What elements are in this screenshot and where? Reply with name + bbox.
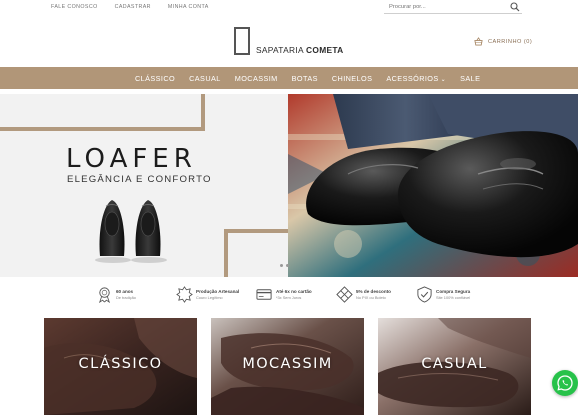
cart-label: CARRINHO (0) bbox=[488, 38, 533, 45]
nav-item-label: BOTAS bbox=[291, 73, 318, 83]
decorative-frame-bottom bbox=[224, 229, 294, 277]
nav-item-chinelos[interactable]: CHINELOS bbox=[332, 74, 373, 83]
carousel-dots bbox=[280, 264, 289, 267]
category-card-classico[interactable]: CLÁSSICO bbox=[44, 318, 197, 415]
nav-item-label: CASUAL bbox=[189, 73, 221, 83]
hero-text-panel: LOAFER ELEGÂNCIA E CONFORTO bbox=[0, 94, 294, 277]
leather-hide-icon bbox=[176, 285, 193, 303]
nav-item-classico[interactable]: CLÁSSICO bbox=[135, 74, 175, 83]
feature-title: Compra Segura bbox=[436, 288, 471, 294]
whatsapp-icon bbox=[557, 375, 573, 391]
register-link[interactable]: CADASTRAR bbox=[115, 4, 151, 10]
category-cards: CLÁSSICO MOCASSIM CASUAL bbox=[44, 318, 531, 415]
hero-photo bbox=[288, 94, 578, 277]
nav-item-label: CHINELOS bbox=[331, 73, 373, 83]
category-card-label: CASUAL bbox=[421, 356, 488, 372]
logo-text-light: SAPATARIA bbox=[256, 45, 304, 55]
feature-subtitle: Site 100% confiável bbox=[436, 294, 471, 300]
logo-text-bold: COMETA bbox=[306, 45, 344, 55]
my-account-link[interactable]: MINHA CONTA bbox=[168, 4, 209, 10]
credit-card-icon bbox=[256, 288, 272, 300]
top-links: FALE CONOSCO CADASTRAR MINHA CONTA bbox=[51, 4, 209, 10]
nav-item-label: ACESSÓRIOS bbox=[386, 73, 439, 83]
feature-text: Produção Artesanal Couro Legítimo bbox=[196, 289, 239, 300]
carousel-dot[interactable] bbox=[280, 264, 283, 267]
category-card-mocassim[interactable]: MOCASSIM bbox=[211, 318, 364, 415]
feature-tradition: 60 anos De tradição bbox=[96, 285, 176, 303]
nav-item-label: CLÁSSICO bbox=[135, 73, 176, 83]
whatsapp-button[interactable] bbox=[552, 370, 578, 396]
search-input[interactable] bbox=[389, 2, 501, 12]
feature-title: Produção Artesanal bbox=[196, 288, 240, 294]
loafer-pair-image bbox=[95, 200, 167, 263]
nav-item-acessorios[interactable]: ACESSÓRIOS ⌄ bbox=[386, 74, 446, 83]
feature-secure: Compra Segura Site 100% confiável bbox=[416, 285, 496, 303]
cart-button[interactable]: CARRINHO (0) bbox=[474, 37, 532, 46]
nav-item-mocassim[interactable]: MOCASSIM bbox=[235, 74, 278, 83]
shield-check-icon bbox=[417, 285, 432, 303]
search-icon[interactable] bbox=[510, 2, 520, 12]
top-utility-bar: FALE CONOSCO CADASTRAR MINHA CONTA bbox=[0, 0, 578, 15]
contact-link[interactable]: FALE CONOSCO bbox=[51, 4, 98, 10]
feature-text: Até 6x no cartão *3x Sem Juros bbox=[276, 289, 312, 300]
category-card-casual[interactable]: CASUAL bbox=[378, 318, 531, 415]
feature-discount: 5% de desconto No PIX ou Boleto bbox=[336, 285, 416, 303]
nav-list: CLÁSSICO CASUAL MOCASSIM BOTAS CHINELOS … bbox=[135, 67, 494, 89]
chevron-down-icon: ⌄ bbox=[440, 76, 447, 83]
logo-text: SAPATARIA COMETA bbox=[256, 45, 344, 55]
carousel-dot[interactable] bbox=[286, 264, 289, 267]
nav-item-sale[interactable]: SALE bbox=[460, 74, 480, 83]
loafer-lifestyle-image bbox=[288, 94, 578, 277]
nav-item-casual[interactable]: CASUAL bbox=[189, 74, 221, 83]
feature-subtitle: No PIX ou Boleto bbox=[356, 294, 386, 300]
category-nav: CLÁSSICO CASUAL MOCASSIM BOTAS CHINELOS … bbox=[0, 67, 578, 89]
page: FALE CONOSCO CADASTRAR MINHA CONTA SAPAT… bbox=[0, 0, 578, 415]
nav-item-botas[interactable]: BOTAS bbox=[292, 74, 318, 83]
hero-title: LOAFER bbox=[66, 144, 197, 174]
nav-item-label: SALE bbox=[460, 73, 481, 83]
hero-subtitle: ELEGÂNCIA E CONFORTO bbox=[67, 174, 212, 185]
feature-text: Compra Segura Site 100% confiável bbox=[436, 289, 470, 300]
feature-subtitle: De tradição bbox=[116, 294, 136, 300]
decorative-frame-top bbox=[0, 94, 205, 131]
feature-handmade: Produção Artesanal Couro Legítimo bbox=[176, 285, 256, 303]
award-medal-icon bbox=[99, 286, 110, 303]
pix-icon bbox=[336, 285, 353, 303]
feature-subtitle: Couro Legítimo bbox=[196, 294, 223, 300]
nav-item-label: MOCASSIM bbox=[234, 73, 278, 83]
hero-banner[interactable]: LOAFER ELEGÂNCIA E CONFORTO bbox=[0, 94, 578, 277]
shopping-basket-icon bbox=[474, 37, 483, 46]
search-box bbox=[384, 0, 522, 14]
feature-title: Até 6x no cartão bbox=[276, 288, 312, 294]
feature-installments: Até 6x no cartão *3x Sem Juros bbox=[256, 285, 336, 303]
category-card-label: CLÁSSICO bbox=[78, 356, 163, 372]
logo-mark bbox=[234, 27, 250, 55]
feature-title: 60 anos bbox=[116, 288, 134, 294]
features-strip: 60 anos De tradição Produção Artesanal C… bbox=[96, 285, 496, 303]
category-card-label: MOCASSIM bbox=[242, 356, 333, 372]
feature-text: 60 anos De tradição bbox=[116, 289, 136, 300]
store-logo[interactable]: SAPATARIA COMETA bbox=[234, 27, 344, 55]
feature-title: 5% de desconto bbox=[356, 288, 391, 294]
feature-subtitle: *3x Sem Juros bbox=[276, 294, 302, 300]
feature-text: 5% de desconto No PIX ou Boleto bbox=[356, 289, 391, 300]
